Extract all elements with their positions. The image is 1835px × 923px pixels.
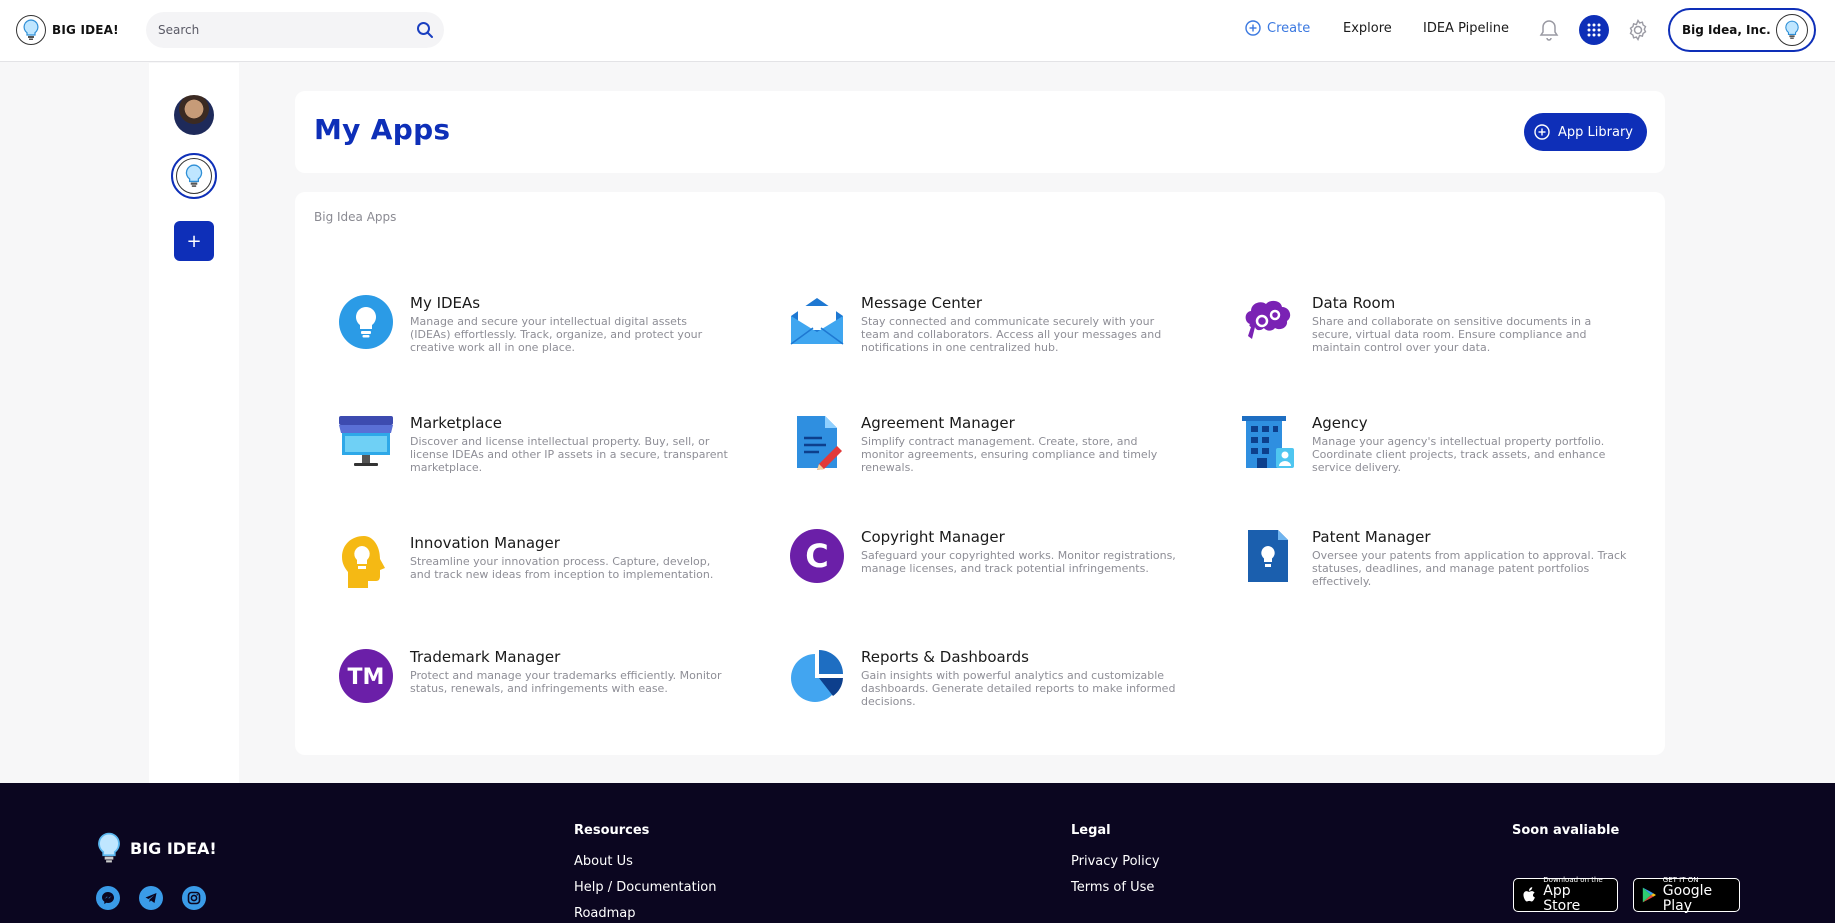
app-name: Reports & Dashboards — [861, 648, 1029, 666]
about-us-link[interactable]: About Us — [574, 854, 633, 869]
storefront-icon — [339, 416, 393, 466]
plus-icon: + — [186, 230, 202, 252]
roadmap-link[interactable]: Roadmap — [574, 906, 636, 921]
bulb-logo-icon — [98, 832, 120, 863]
trademark-glyph: TM — [348, 665, 385, 690]
app-description: Stay connected and communicate securely … — [861, 315, 1162, 354]
brain-gears-icon — [1245, 300, 1291, 339]
search-icon[interactable] — [416, 21, 434, 39]
page-title: My Apps — [314, 113, 451, 146]
footer: BIG IDEA! Resources About Us Help / Docu… — [0, 783, 1835, 923]
app-name: Data Room — [1312, 294, 1396, 312]
app-description: Simplify contract management. Create, st… — [861, 435, 1158, 474]
play-big-text: Google Play — [1662, 883, 1713, 914]
pie-chart-icon — [791, 650, 843, 702]
copyright-icon: C — [790, 529, 844, 583]
app-store-big-text: App Store — [1543, 883, 1581, 914]
app-description: Share and collaborate on sensitive docum… — [1312, 315, 1592, 354]
google-play-badge[interactable]: GET IT ON Google Play — [1633, 876, 1740, 914]
help-documentation-link[interactable]: Help / Documentation — [574, 880, 717, 895]
copyright-glyph: C — [805, 537, 828, 575]
app-library-label: App Library — [1558, 124, 1633, 140]
app-copyright-manager[interactable]: C Copyright Manager Safeguard your copyr… — [789, 528, 1209, 608]
app-marketplace[interactable]: Marketplace Discover and license intelle… — [338, 414, 758, 494]
app-name: Agreement Manager — [861, 414, 1015, 432]
apple-icon — [1523, 887, 1535, 902]
app-library-button[interactable]: App Library — [1524, 113, 1647, 151]
app-data-room[interactable]: Data Room Share and collaborate on sensi… — [1240, 294, 1660, 374]
grid-icon — [1587, 23, 1601, 37]
app-message-center[interactable]: Message Center Stay connected and commun… — [789, 294, 1209, 374]
app-description: Manage your agency's intellectual proper… — [1312, 435, 1606, 474]
app-innovation-manager[interactable]: Innovation Manager Streamline your innov… — [338, 534, 758, 614]
document-pen-icon — [797, 416, 842, 470]
logo-text: BIG IDEA! — [52, 23, 119, 37]
legal-heading: Legal — [1071, 823, 1111, 838]
add-workspace-button[interactable]: + — [174, 221, 214, 261]
plus-circle-icon — [1534, 124, 1550, 140]
apps-card: Big Idea Apps My IDEAs Manage and secure… — [295, 192, 1665, 755]
resources-heading: Resources — [574, 823, 650, 838]
app-agency[interactable]: Agency Manage your agency's intellectual… — [1240, 414, 1660, 494]
google-play-icon — [1642, 887, 1656, 903]
messenger-icon[interactable] — [96, 886, 120, 910]
envelope-icon — [790, 298, 844, 345]
app-name: Trademark Manager — [410, 648, 561, 666]
app-name: Innovation Manager — [410, 534, 560, 552]
bulb-logo-icon — [16, 15, 46, 45]
instagram-icon[interactable] — [182, 886, 206, 910]
idea-pipeline-link[interactable]: IDEA Pipeline — [1423, 21, 1509, 36]
app-name: Agency — [1312, 414, 1368, 432]
app-description: Gain insights with powerful analytics an… — [861, 669, 1176, 708]
bell-icon[interactable] — [1538, 18, 1560, 42]
app-name: Marketplace — [410, 414, 502, 432]
app-name: Copyright Manager — [861, 528, 1005, 546]
left-rail: + — [149, 63, 239, 783]
app-store-badge[interactable]: Download on the App Store — [1513, 876, 1618, 914]
create-link[interactable]: Create — [1245, 20, 1310, 36]
app-reports-dashboards[interactable]: Reports & Dashboards Gain insights with … — [789, 648, 1209, 728]
logo[interactable]: BIG IDEA! — [16, 14, 119, 46]
org-avatar-icon — [1776, 14, 1808, 46]
app-description: Oversee your patents from application to… — [1312, 549, 1627, 588]
search-box — [146, 12, 444, 48]
app-description: Protect and manage your trademarks effic… — [410, 669, 722, 695]
app-trademark-manager[interactable]: TM Trademark Manager Protect and manage … — [338, 648, 758, 728]
app-patent-manager[interactable]: Patent Manager Oversee your patents from… — [1240, 528, 1660, 608]
soon-available-heading: Soon avaliable — [1512, 823, 1620, 838]
plus-circle-icon — [1245, 20, 1261, 36]
app-name: My IDEAs — [410, 294, 481, 312]
section-label: Big Idea Apps — [314, 210, 397, 224]
telegram-icon[interactable] — [139, 886, 163, 910]
create-label: Create — [1267, 20, 1311, 36]
title-card: My Apps App Library — [295, 91, 1665, 173]
account-name: Big Idea, Inc. — [1682, 23, 1771, 37]
head-bulb-icon — [342, 536, 385, 588]
app-my-ideas[interactable]: My IDEAs Manage and secure your intellec… — [338, 294, 758, 374]
patent-doc-icon — [1248, 530, 1288, 582]
app-agreement-manager[interactable]: Agreement Manager Simplify contract mana… — [789, 414, 1209, 494]
privacy-policy-link[interactable]: Privacy Policy — [1071, 854, 1160, 869]
org-switcher[interactable] — [171, 153, 217, 199]
top-header: BIG IDEA! Create Explore IDEA Pipeline B… — [0, 0, 1835, 62]
footer-logo-text: BIG IDEA! — [130, 838, 217, 858]
app-description: Streamline your innovation process. Capt… — [410, 555, 714, 581]
terms-of-use-link[interactable]: Terms of Use — [1071, 880, 1154, 895]
explore-link[interactable]: Explore — [1343, 21, 1392, 36]
bulb-icon — [176, 158, 212, 194]
building-icon — [1242, 416, 1294, 468]
app-description: Safeguard your copyrighted works. Monito… — [861, 549, 1176, 575]
search-input[interactable] — [158, 12, 398, 48]
trademark-icon: TM — [339, 649, 393, 703]
app-name: Message Center — [861, 294, 982, 312]
footer-logo[interactable]: BIG IDEA! — [96, 831, 217, 865]
bulb-icon — [339, 295, 393, 349]
user-avatar[interactable] — [174, 95, 214, 135]
gear-icon[interactable] — [1626, 18, 1650, 42]
apps-grid-button[interactable] — [1579, 15, 1609, 45]
account-button[interactable]: Big Idea, Inc. — [1668, 8, 1816, 52]
app-name: Patent Manager — [1312, 528, 1431, 546]
app-description: Manage and secure your intellectual digi… — [410, 315, 703, 354]
app-description: Discover and license intellectual proper… — [410, 435, 728, 474]
